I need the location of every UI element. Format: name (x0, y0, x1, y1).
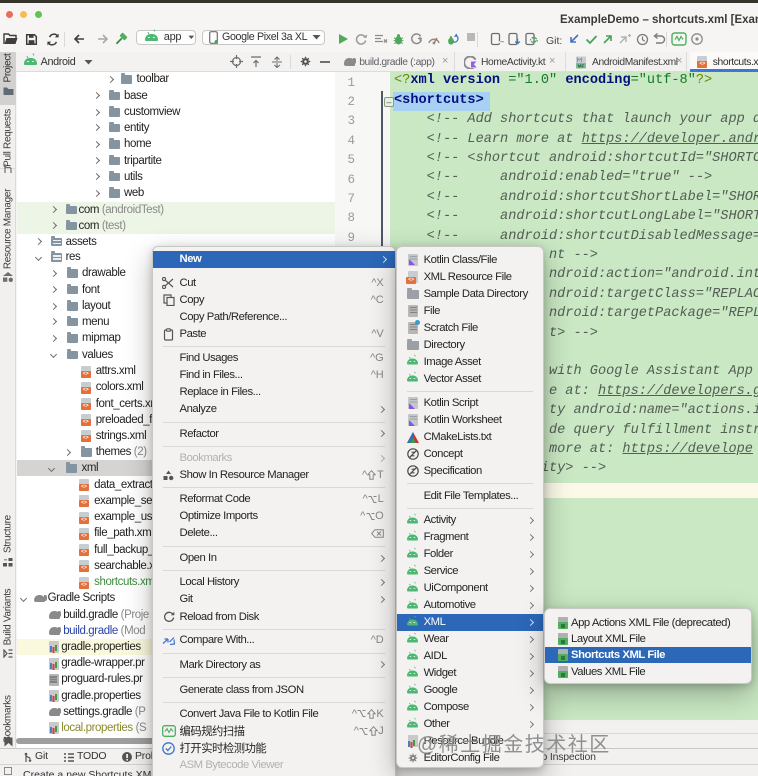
svg-text:MF: MF (577, 63, 584, 68)
